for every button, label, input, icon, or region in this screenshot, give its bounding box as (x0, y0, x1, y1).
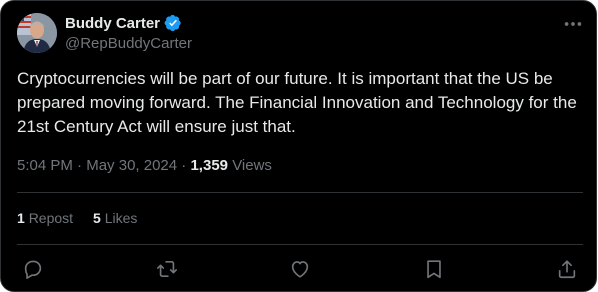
tweet-text: Cryptocurrencies will be part of our fut… (17, 69, 577, 136)
bookmark-icon (427, 260, 441, 279)
share-icon (558, 260, 576, 279)
more-options-button[interactable] (562, 13, 584, 35)
reposts-count: 1 (17, 210, 25, 226)
avatar-image (17, 13, 57, 53)
more-horizontal-icon (564, 22, 582, 26)
divider (17, 192, 583, 193)
author-handle[interactable]: @RepBuddyCarter (65, 35, 192, 52)
divider (17, 244, 583, 245)
meta-separator: · (77, 157, 83, 174)
reposts-label: Repost (28, 210, 74, 226)
reposts-stat[interactable]: 1 Repost (17, 210, 73, 226)
tweet-meta: 5:04 PM · May 30, 2024 · 1,359 Views (17, 157, 272, 174)
heart-icon (291, 261, 309, 278)
verified-badge-icon (164, 14, 182, 32)
share-button[interactable] (556, 258, 578, 280)
author-name-row: Buddy Carter (65, 14, 182, 32)
engagement-stats: 1 Repost 5 Likes (17, 210, 137, 226)
bookmark-button[interactable] (423, 258, 445, 280)
action-bar (1, 258, 596, 282)
meta-separator: · (181, 157, 187, 174)
views-label: Views (232, 157, 272, 174)
likes-count: 5 (93, 210, 101, 226)
reply-button[interactable] (22, 258, 44, 280)
repost-button[interactable] (156, 258, 178, 280)
author-name[interactable]: Buddy Carter (65, 15, 160, 32)
like-button[interactable] (289, 258, 311, 280)
likes-label: Likes (104, 210, 138, 226)
repost-icon (157, 261, 177, 277)
tweet-card: Buddy Carter @RepBuddyCarter Cryptocurre… (0, 0, 597, 292)
avatar[interactable] (17, 13, 57, 53)
tweet-date[interactable]: May 30, 2024 (86, 157, 177, 174)
views-count: 1,359 (190, 157, 229, 174)
reply-icon (24, 260, 42, 279)
tweet-time[interactable]: 5:04 PM (17, 157, 73, 174)
likes-stat[interactable]: 5 Likes (93, 210, 137, 226)
